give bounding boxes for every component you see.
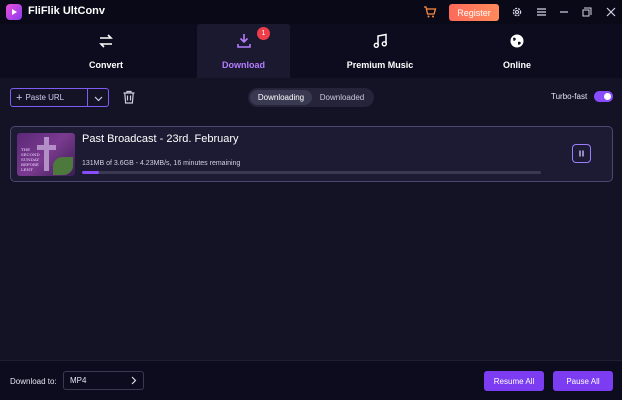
chevron-right-icon <box>131 376 137 387</box>
register-button[interactable]: Register <box>449 4 499 21</box>
download-progress-text: 131MB of 3.6GB - 4.23MB/s, 16 minutes re… <box>82 160 241 167</box>
paste-url-dropdown[interactable] <box>88 89 108 106</box>
tab-label: Convert <box>88 59 123 70</box>
hamburger-menu-icon[interactable] <box>533 4 549 20</box>
download-status-segmented: Downloading Downloaded <box>248 88 374 107</box>
cross-shape <box>37 145 56 150</box>
close-icon[interactable] <box>603 4 619 20</box>
turbo-fast-label: Turbo-fast <box>551 92 588 101</box>
segment-downloaded[interactable]: Downloaded <box>312 90 372 105</box>
maximize-icon[interactable] <box>579 4 595 20</box>
paste-url-control: + Paste URL <box>10 88 109 107</box>
download-title: Past Broadcast - 23rd. February <box>82 133 239 145</box>
app-title: FliFlik UltConv <box>28 5 105 17</box>
format-select-value: MP4 <box>70 376 87 385</box>
download-item: THE SECOND SUNDAY BEFORE LENT Past Broad… <box>10 126 613 182</box>
title-bar: FliFlik UltConv Register <box>0 0 622 24</box>
progress-bar-fill <box>82 171 99 174</box>
tab-label: Online <box>502 59 531 70</box>
tab-label: Premium Music <box>346 59 414 70</box>
tab-download[interactable]: Download 1 <box>197 24 290 78</box>
cart-icon[interactable] <box>422 4 438 20</box>
pause-icon <box>577 145 586 163</box>
pause-download-button[interactable] <box>572 144 591 163</box>
palm-leaf-shape <box>53 157 73 175</box>
plus-icon: + <box>16 91 23 104</box>
video-thumbnail: THE SECOND SUNDAY BEFORE LENT <box>17 133 75 176</box>
globe-icon <box>509 33 525 54</box>
minimize-icon[interactable] <box>556 4 572 20</box>
tab-label: Download <box>222 59 265 70</box>
segment-downloading[interactable]: Downloading <box>250 90 312 105</box>
gear-icon[interactable] <box>509 4 525 20</box>
app-logo-icon <box>6 4 22 20</box>
tab-online[interactable]: Online <box>472 24 562 78</box>
toggle-knob <box>604 93 611 100</box>
cross-shape <box>44 137 49 171</box>
resume-all-button[interactable]: Resume All <box>484 371 544 391</box>
chevron-down-icon <box>94 89 103 107</box>
download-icon <box>236 33 252 54</box>
tab-premium-music[interactable]: Premium Music <box>332 24 428 78</box>
main-nav: Convert Download 1 Premium Music Online <box>0 24 622 78</box>
download-panel: + Paste URL Downloading Downloaded Turbo… <box>0 78 622 360</box>
trash-icon[interactable] <box>121 89 137 105</box>
format-select[interactable]: MP4 <box>63 371 144 390</box>
notification-badge: 1 <box>257 27 270 40</box>
download-to-label: Download to: <box>10 377 57 386</box>
progress-bar <box>82 171 541 174</box>
tab-convert[interactable]: Convert <box>62 24 150 78</box>
turbo-fast-toggle[interactable] <box>594 91 613 102</box>
paste-url-label: Paste URL <box>25 93 65 102</box>
paste-url-button[interactable]: + Paste URL <box>11 89 88 106</box>
pause-all-button[interactable]: Pause All <box>553 371 613 391</box>
music-note-icon <box>372 33 388 54</box>
thumbnail-caption: THE SECOND SUNDAY BEFORE LENT <box>21 147 40 172</box>
convert-arrows-icon <box>98 33 114 54</box>
footer-bar: Download to: MP4 Resume All Pause All <box>0 360 622 400</box>
